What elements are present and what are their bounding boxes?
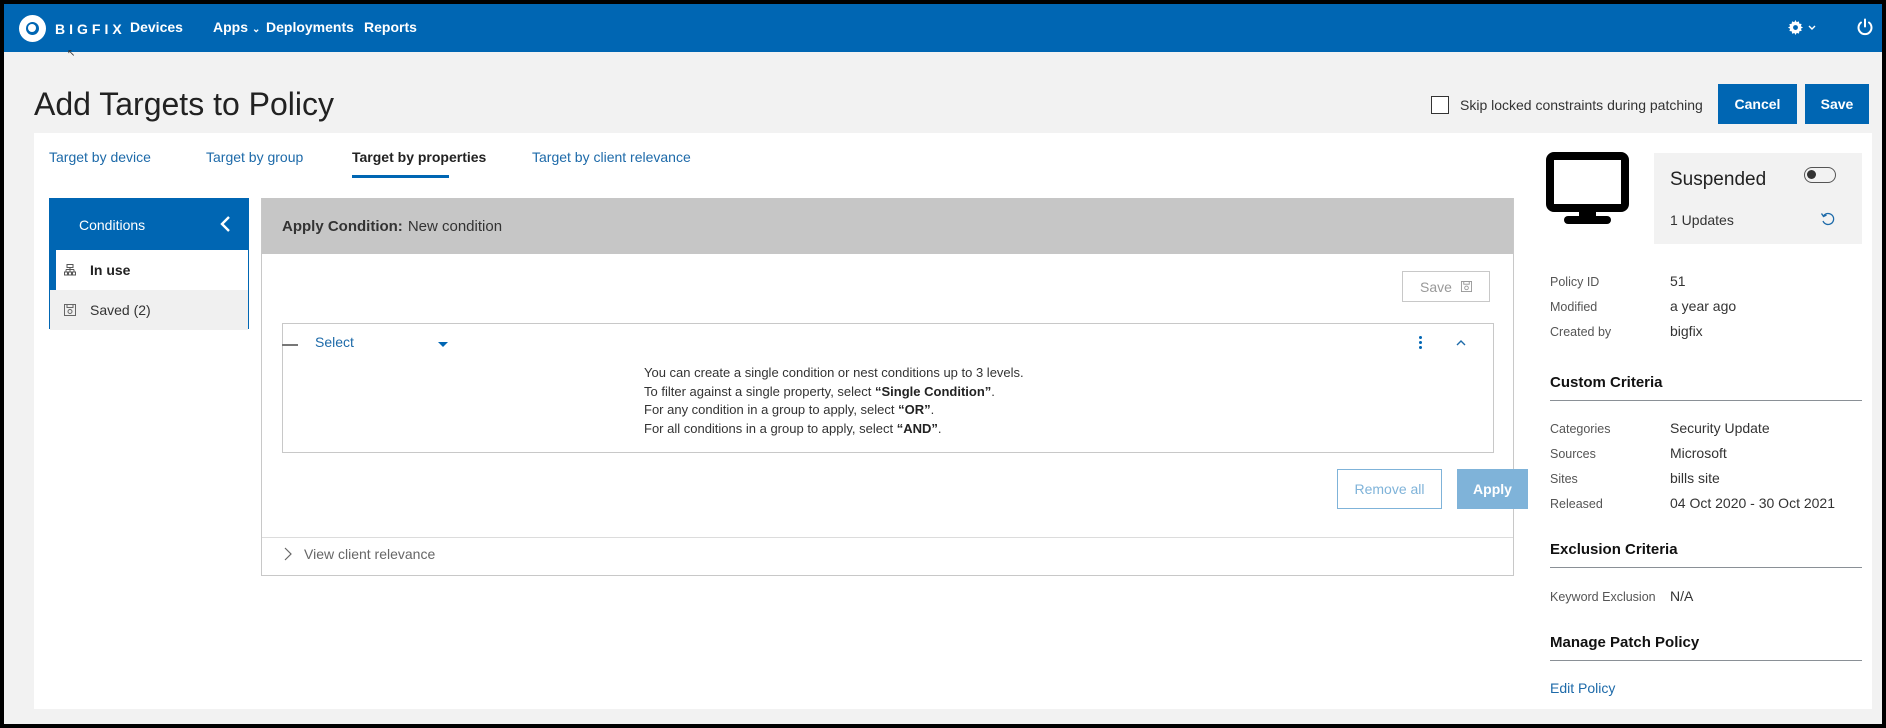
help-line: You can create a single condition or nes… [644, 365, 1024, 380]
policy-status: Suspended [1670, 169, 1767, 190]
tab-target-by-client-relevance[interactable]: Target by client relevance [532, 149, 691, 165]
bigfix-logo[interactable]: BIGFIX [19, 15, 126, 42]
nav-reports[interactable]: Reports [364, 19, 417, 35]
divider [262, 537, 1513, 538]
nav-deployments[interactable]: Deployments [266, 19, 354, 35]
nav-devices[interactable]: Devices [130, 19, 183, 35]
conditions-saved-label: Saved (2) [90, 302, 151, 318]
save-button[interactable]: Save [1805, 84, 1869, 124]
apply-condition-panel: Apply Condition: New condition Save Sele… [261, 198, 1528, 576]
suspend-toggle[interactable] [1804, 167, 1836, 183]
condition-type-select[interactable]: Select [315, 334, 448, 350]
policy-status-box: Suspended 1 Updates [1654, 153, 1862, 244]
computer-monitor-icon [1546, 152, 1629, 224]
updates-count: 1 Updates [1670, 212, 1734, 228]
app-window: BIGFIX Devices Apps ⌄ Deployments Reports… [4, 4, 1882, 724]
conditions-title: Conditions [79, 216, 146, 233]
active-tab-indicator [352, 175, 449, 178]
apply-condition-label: Apply Condition: [282, 217, 403, 235]
save-condition-button[interactable]: Save [1402, 271, 1490, 302]
conditions-in-use[interactable]: In use [50, 250, 248, 290]
edit-policy-link[interactable]: Edit Policy [1550, 680, 1615, 696]
caret-down-icon [438, 342, 448, 347]
chevron-up-icon[interactable] [1455, 338, 1467, 348]
view-client-relevance-label: View client relevance [304, 546, 436, 562]
settings-chevron-down-icon[interactable] [1808, 25, 1816, 31]
conditions-header: Conditions [50, 199, 248, 250]
help-line: To filter against a single property, sel… [644, 383, 995, 399]
refresh-icon[interactable] [1820, 211, 1836, 227]
save-icon [64, 304, 76, 316]
top-nav: BIGFIX Devices Apps ⌄ Deployments Reports [4, 4, 1882, 52]
save-condition-label: Save [1420, 278, 1452, 295]
main-card: Target by device Target by group Target … [34, 133, 1872, 709]
save-icon [1460, 281, 1472, 292]
remove-all-button[interactable]: Remove all [1337, 469, 1442, 509]
apply-condition-header: Apply Condition: New condition [262, 198, 1513, 254]
tab-target-by-device[interactable]: Target by device [49, 149, 151, 165]
hierarchy-icon [64, 264, 76, 276]
mouse-cursor-icon: ↖ [67, 48, 76, 59]
skip-locked-constraints[interactable]: Skip locked constraints during patching [1431, 96, 1703, 114]
tab-target-by-group[interactable]: Target by group [206, 149, 303, 165]
chevron-left-icon[interactable] [218, 214, 234, 234]
conditions-panel: Conditions In use Saved (2) [49, 198, 249, 330]
bigfix-logo-icon [19, 15, 46, 42]
help-line: For any condition in a group to apply, s… [644, 402, 935, 418]
custom-criteria-heading: Custom Criteria [1550, 374, 1862, 401]
chevron-right-icon [284, 547, 292, 561]
condition-builder: Select You can create a single condition… [282, 323, 1494, 453]
gear-icon[interactable] [1788, 20, 1803, 35]
cancel-button[interactable]: Cancel [1718, 84, 1797, 124]
nav-apps-label: Apps [213, 19, 248, 35]
skip-locked-label: Skip locked constraints during patching [1460, 97, 1703, 113]
condition-help-text: You can create a single condition or nes… [644, 364, 1024, 438]
tab-target-by-properties[interactable]: Target by properties [352, 149, 486, 165]
power-icon[interactable] [1856, 18, 1874, 36]
tree-connector [282, 344, 298, 346]
condition-type-select-value: Select [315, 334, 354, 350]
skip-locked-checkbox[interactable] [1431, 96, 1449, 114]
brand-name: BIGFIX [55, 20, 126, 37]
conditions-saved[interactable]: Saved (2) [50, 290, 248, 330]
chevron-down-icon: ⌄ [252, 24, 261, 35]
manage-patch-policy-heading: Manage Patch Policy [1550, 634, 1862, 661]
view-client-relevance-toggle[interactable]: View client relevance [284, 546, 435, 562]
nav-apps[interactable]: Apps ⌄ [213, 19, 260, 35]
help-line: For all conditions in a group to apply, … [644, 420, 942, 436]
more-options-icon[interactable] [1417, 336, 1423, 352]
exclusion-criteria-heading: Exclusion Criteria [1550, 541, 1862, 568]
apply-condition-name: New condition [407, 217, 503, 235]
apply-button[interactable]: Apply [1457, 469, 1528, 509]
conditions-in-use-label: In use [90, 262, 131, 278]
page-title: Add Targets to Policy [34, 86, 335, 122]
